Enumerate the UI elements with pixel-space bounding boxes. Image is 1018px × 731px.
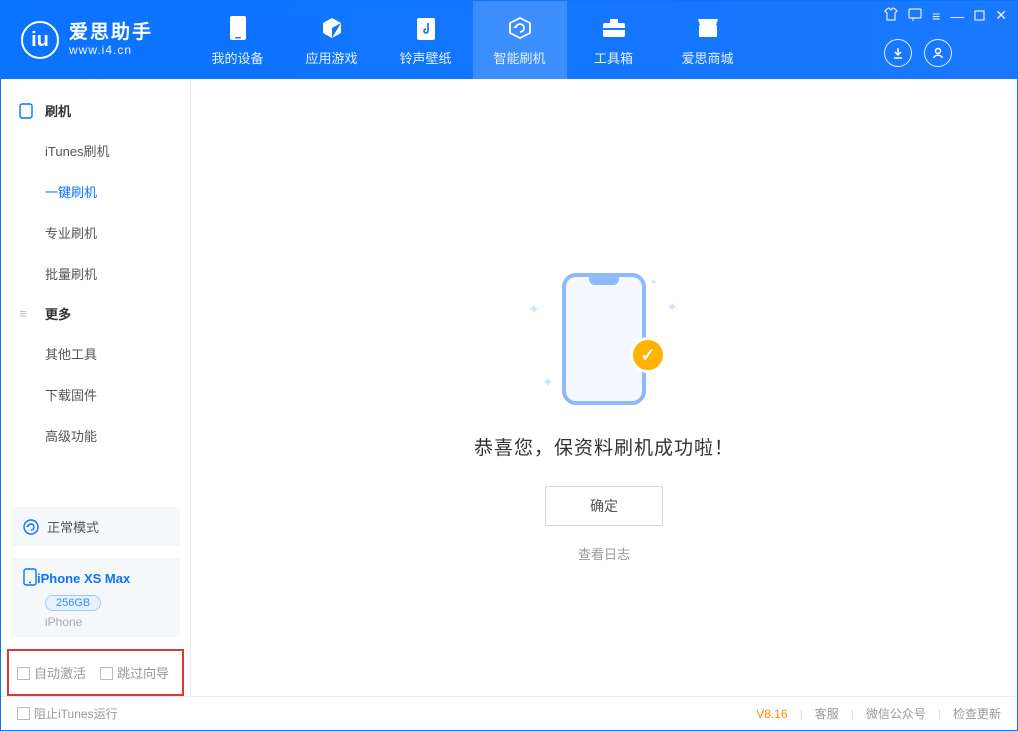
tab-label: 铃声壁纸 [399, 48, 451, 67]
sparkle-icon: ✦ [528, 301, 540, 318]
tab-apps-games[interactable]: 应用游戏 [285, 1, 379, 79]
auto-activate-checkbox[interactable]: 自动激活 [17, 663, 86, 682]
tab-toolbox[interactable]: 工具箱 [567, 1, 661, 79]
success-illustration: ✦ ✦ ✦ • ✓ [524, 269, 684, 409]
storage-badge: 256GB [45, 595, 101, 611]
success-message: 恭喜您，保资料刷机成功啦！ [474, 433, 734, 460]
menu-icon[interactable]: ≡ [932, 8, 940, 24]
sparkle-icon: ✦ [666, 299, 678, 316]
device-card[interactable]: iPhone XS Max 256GB iPhone [11, 558, 180, 637]
cube-icon [320, 14, 344, 42]
check-update-link[interactable]: 检查更新 [953, 705, 1001, 722]
sidebar: 刷机 iTunes刷机 一键刷机 专业刷机 批量刷机 ≡ 更多 其他工具 下载固… [1, 79, 191, 696]
header-actions [884, 39, 960, 67]
device-type: iPhone [45, 615, 168, 629]
device-mode-box[interactable]: 正常模式 [11, 507, 180, 546]
group-label: 刷机 [45, 101, 71, 120]
sparkle-icon: • [651, 273, 656, 289]
sidebar-item-advanced[interactable]: 高级功能 [1, 415, 190, 456]
device-name: iPhone XS Max [37, 571, 130, 586]
version-label: V8.16 [756, 707, 787, 721]
phone-icon [229, 14, 247, 42]
refresh-icon [507, 14, 533, 42]
sidebar-item-oneclick-flash[interactable]: 一键刷机 [1, 171, 190, 212]
account-button[interactable] [924, 39, 952, 67]
wechat-link[interactable]: 微信公众号 [866, 705, 926, 722]
tab-label: 爱思商城 [681, 48, 733, 67]
sidebar-item-other-tools[interactable]: 其他工具 [1, 333, 190, 374]
ok-button[interactable]: 确定 [545, 486, 663, 526]
separator: | [938, 707, 941, 721]
app-name: 爱思助手 [69, 23, 153, 44]
mode-label: 正常模式 [47, 517, 99, 536]
sidebar-item-itunes-flash[interactable]: iTunes刷机 [1, 130, 190, 171]
footer-left: 阻止iTunes运行 [17, 705, 118, 722]
tab-my-device[interactable]: 我的设备 [191, 1, 285, 79]
main-tabs: 我的设备 应用游戏 铃声壁纸 智能刷机 工具箱 [191, 1, 755, 79]
sidebar-item-batch-flash[interactable]: 批量刷机 [1, 253, 190, 294]
status-bar: 阻止iTunes运行 V8.16 | 客服 | 微信公众号 | 检查更新 [1, 696, 1017, 730]
tshirt-icon[interactable] [884, 7, 898, 24]
main-content: ✦ ✦ ✦ • ✓ 恭喜您，保资料刷机成功啦！ 确定 查看日志 [191, 79, 1017, 696]
tab-label: 我的设备 [211, 48, 263, 67]
highlighted-options: 自动激活 跳过向导 [7, 649, 184, 696]
app-url: www.i4.cn [69, 44, 153, 57]
sidebar-group-flash: 刷机 [1, 91, 190, 130]
body: 刷机 iTunes刷机 一键刷机 专业刷机 批量刷机 ≡ 更多 其他工具 下载固… [1, 79, 1017, 696]
skip-guide-checkbox[interactable]: 跳过向导 [100, 663, 169, 682]
download-button[interactable] [884, 39, 912, 67]
sparkle-icon: ✦ [542, 374, 554, 391]
tab-label: 工具箱 [594, 48, 633, 67]
checkbox-icon [17, 707, 30, 720]
user-icon [931, 46, 945, 60]
minimize-button[interactable]: — [950, 8, 964, 24]
tab-store[interactable]: 爱思商城 [661, 1, 755, 79]
device-name-row: iPhone XS Max [23, 568, 168, 589]
phone-illustration [562, 273, 646, 405]
device-icon [19, 103, 37, 119]
app-logo-icon: iu [21, 21, 59, 59]
separator: | [851, 707, 854, 721]
stop-itunes-label: 阻止iTunes运行 [34, 707, 118, 721]
stop-itunes-checkbox[interactable]: 阻止iTunes运行 [17, 705, 118, 722]
sidebar-scroll: 刷机 iTunes刷机 一键刷机 专业刷机 批量刷机 ≡ 更多 其他工具 下载固… [1, 79, 190, 499]
phone-small-icon [23, 568, 37, 589]
tab-ringtones[interactable]: 铃声壁纸 [379, 1, 473, 79]
footer-right: V8.16 | 客服 | 微信公众号 | 检查更新 [756, 705, 1001, 722]
phone-notch [589, 277, 619, 285]
store-icon [696, 14, 720, 42]
app-header: iu 爱思助手 www.i4.cn 我的设备 应用游戏 铃声壁纸 [1, 1, 1017, 79]
checkbox-icon [17, 667, 30, 680]
tab-smart-flash[interactable]: 智能刷机 [473, 1, 567, 79]
header-right: ≡ — ✕ [884, 1, 1017, 79]
close-button[interactable]: ✕ [995, 7, 1007, 24]
music-icon [415, 14, 437, 42]
sidebar-group-more: ≡ 更多 [1, 294, 190, 333]
group-label: 更多 [45, 304, 71, 323]
menu-icon: ≡ [19, 306, 37, 321]
app-logo-text: 爱思助手 www.i4.cn [69, 23, 153, 57]
feedback-icon[interactable] [908, 7, 922, 24]
tab-label: 应用游戏 [305, 48, 357, 67]
logo-section: iu 爱思助手 www.i4.cn [1, 21, 191, 59]
auto-activate-label: 自动激活 [34, 666, 86, 681]
view-log-link[interactable]: 查看日志 [578, 544, 630, 563]
sidebar-item-download-firmware[interactable]: 下载固件 [1, 374, 190, 415]
toolbox-icon [601, 14, 627, 42]
skip-guide-label: 跳过向导 [117, 666, 169, 681]
window-controls: ≡ — ✕ [884, 7, 1007, 24]
support-link[interactable]: 客服 [815, 705, 839, 722]
tab-label: 智能刷机 [493, 48, 545, 67]
checkbox-icon [100, 667, 113, 680]
separator: | [800, 707, 803, 721]
maximize-button[interactable] [974, 8, 985, 24]
refresh-circle-icon [23, 519, 39, 535]
sidebar-item-pro-flash[interactable]: 专业刷机 [1, 212, 190, 253]
check-icon: ✓ [630, 337, 666, 373]
download-icon [891, 46, 905, 60]
